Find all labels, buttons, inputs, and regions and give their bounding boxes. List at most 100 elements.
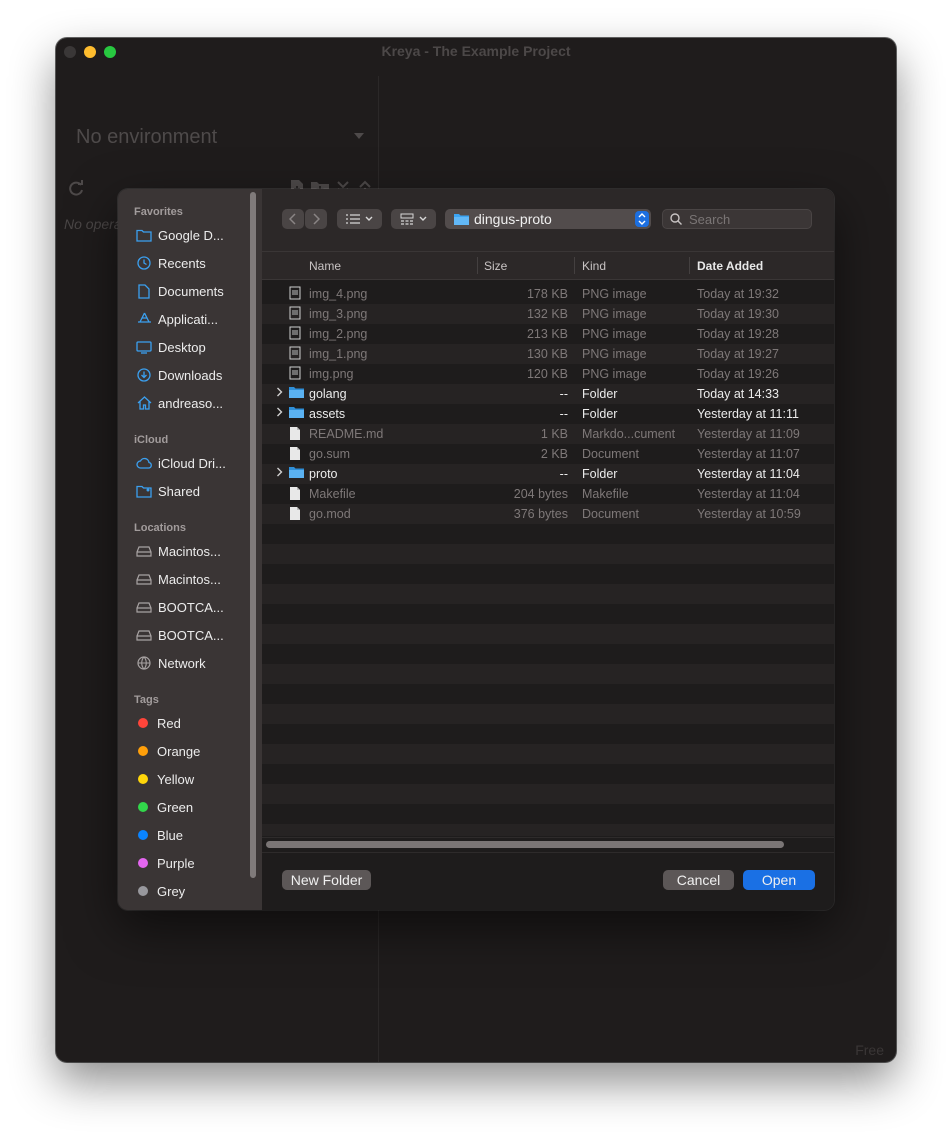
file-row[interactable]: Makefile 204 bytes Makefile Yesterday at 11… [262, 484, 834, 504]
empty-row [262, 744, 834, 764]
file-row[interactable]: go.mod 376 bytes Document Yesterday at 10:5… [262, 504, 834, 524]
sidebar-item[interactable]: iCloud Dri... [134, 452, 246, 474]
search-field[interactable] [662, 209, 812, 229]
disclosure-triangle-icon[interactable] [276, 387, 283, 400]
document-file-icon [289, 506, 303, 521]
download-icon [134, 367, 154, 383]
horizontal-scrollbar-thumb[interactable] [266, 841, 784, 848]
shared-folder-icon [134, 483, 154, 499]
column-name-header[interactable]: Name [309, 259, 341, 273]
sidebar-item-label: BOOTCA... [158, 627, 224, 643]
sidebar-tag-item[interactable]: Green [134, 796, 246, 818]
file-row[interactable]: go.sum 2 KB Document Yesterday at 11:07 [262, 444, 834, 464]
file-date-added: Yesterday at 11:11 [697, 407, 799, 421]
refresh-icon[interactable] [68, 180, 84, 196]
file-row[interactable]: img_2.png 213 KB PNG image Today at 19:28 [262, 324, 834, 344]
sidebar-tag-item[interactable]: Grey [134, 880, 246, 902]
column-date-added-header[interactable]: Date Added [697, 259, 763, 273]
file-kind: PNG image [582, 347, 647, 361]
file-size: -- [559, 467, 568, 481]
file-date-added: Today at 19:27 [697, 347, 780, 361]
file-kind: PNG image [582, 307, 647, 321]
chevron-down-icon [419, 216, 427, 221]
file-row[interactable]: img.png 120 KB PNG image Today at 19:26 [262, 364, 834, 384]
sidebar-tag-item[interactable]: Red [134, 712, 246, 734]
disclosure-triangle-icon[interactable] [276, 407, 283, 420]
file-name: assets [309, 407, 346, 421]
disclosure-triangle-icon[interactable] [276, 467, 283, 480]
column-divider[interactable] [574, 257, 575, 274]
forward-button[interactable] [305, 209, 327, 229]
file-name: img_3.png [309, 307, 368, 321]
sidebar-item[interactable]: Macintos... [134, 568, 246, 590]
sidebar-item-label: Purple [157, 855, 195, 871]
sidebar-item-label: Google D... [158, 227, 224, 243]
sidebar-item[interactable]: andreaso... [134, 392, 246, 414]
open-button[interactable]: Open [743, 870, 815, 890]
empty-row [262, 604, 834, 624]
horizontal-scrollbar[interactable] [262, 837, 834, 853]
sidebar-item[interactable]: BOOTCA... [134, 596, 246, 618]
file-size: 178 KB [526, 287, 568, 301]
search-input[interactable] [689, 211, 807, 227]
empty-row [262, 704, 834, 724]
current-folder-name: dingus-proto [474, 211, 552, 227]
document-file-icon [289, 426, 303, 441]
cancel-button[interactable]: Cancel [663, 870, 734, 890]
sidebar-tag-item[interactable]: Orange [134, 740, 246, 762]
file-row[interactable]: golang -- Folder Today at 14:33 [262, 384, 834, 404]
sidebar-tag-item[interactable]: Yellow [134, 768, 246, 790]
sidebar-item[interactable]: Shared [134, 480, 246, 502]
sidebar-item-label: Recents [158, 255, 206, 271]
new-folder-button[interactable]: New Folder [282, 870, 371, 890]
file-row[interactable]: proto -- Folder Yesterday at 11:04 [262, 464, 834, 484]
view-mode-button[interactable] [337, 209, 382, 229]
file-row[interactable]: img_3.png 132 KB PNG image Today at 19:30 [262, 304, 834, 324]
file-size: 130 KB [526, 347, 568, 361]
back-button[interactable] [282, 209, 304, 229]
sidebar-item[interactable]: Recents [134, 252, 246, 274]
drive-icon [134, 599, 154, 615]
file-kind: Document [582, 447, 639, 461]
sidebar-scrollbar[interactable] [250, 192, 256, 878]
file-row[interactable]: assets -- Folder Yesterday at 11:11 [262, 404, 834, 424]
chevron-down-icon [365, 216, 373, 221]
file-date-added: Yesterday at 11:04 [697, 467, 800, 481]
empty-row [262, 784, 834, 804]
sidebar-tag-item[interactable]: Purple [134, 852, 246, 874]
sidebar-item-label: Macintos... [158, 543, 221, 559]
sidebar-item-label: Macintos... [158, 571, 221, 587]
empty-row [262, 564, 834, 584]
file-name: go.sum [309, 447, 350, 461]
sidebar-item[interactable]: Applicati... [134, 308, 246, 330]
column-kind-header[interactable]: Kind [582, 259, 606, 273]
sidebar-item-label: Downloads [158, 367, 223, 383]
environment-select[interactable]: No environment [76, 126, 217, 149]
sidebar-item-label: andreaso... [158, 395, 224, 411]
column-divider[interactable] [689, 257, 690, 274]
file-row[interactable]: img_4.png 178 KB PNG image Today at 19:32 [262, 284, 834, 304]
file-size: 376 bytes [513, 507, 568, 521]
sidebar-item-label: Shared [158, 483, 200, 499]
sidebar-tag-item[interactable]: Blue [134, 824, 246, 846]
sidebar-item[interactable]: BOOTCA... [134, 624, 246, 646]
column-size-header[interactable]: Size [484, 259, 507, 273]
chevron-down-icon[interactable] [354, 133, 364, 139]
sidebar-item[interactable]: Documents [134, 280, 246, 302]
file-row[interactable]: README.md 1 KB Markdo...cument Yesterday at… [262, 424, 834, 444]
sidebar-item[interactable]: Desktop [134, 336, 246, 358]
file-kind: Folder [582, 407, 618, 421]
empty-row [262, 624, 834, 644]
location-popup[interactable]: dingus-proto [445, 209, 651, 229]
group-by-button[interactable] [391, 209, 436, 229]
grid-group-icon [400, 213, 414, 225]
sidebar-item[interactable]: Macintos... [134, 540, 246, 562]
sidebar-item[interactable]: Google D... [134, 224, 246, 246]
file-row[interactable]: img_1.png 130 KB PNG image Today at 19:27 [262, 344, 834, 364]
sidebar-item-label: Orange [157, 743, 201, 759]
cloud-icon [134, 455, 154, 471]
column-divider[interactable] [477, 257, 478, 274]
sidebar-item[interactable]: Downloads [134, 364, 246, 386]
file-kind: Folder [582, 467, 618, 481]
sidebar-item[interactable]: Network [134, 652, 246, 674]
